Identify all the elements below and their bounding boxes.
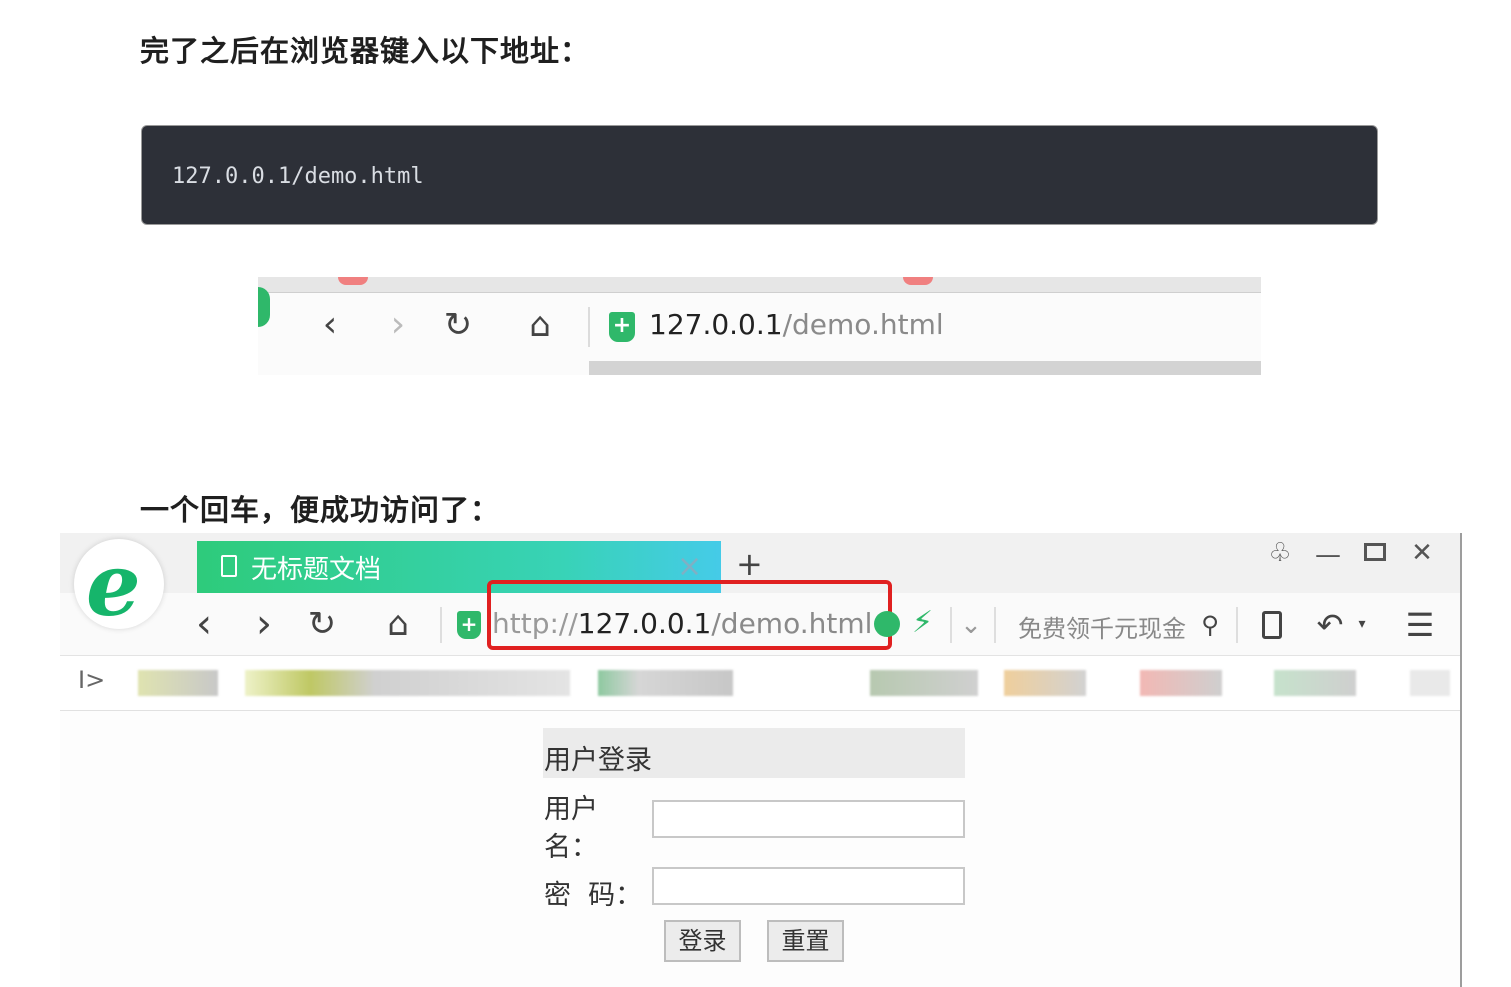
- code-block: 127.0.0.1/demo.html: [141, 125, 1378, 225]
- url-display[interactable]: 127.0.0.1/demo.html: [649, 308, 944, 341]
- browser-logo: e: [74, 535, 164, 636]
- username-input[interactable]: [652, 800, 965, 838]
- maximize-icon[interactable]: [1364, 543, 1386, 561]
- tab-indicator: [903, 277, 933, 285]
- shield-icon: +: [457, 611, 481, 639]
- lightning-icon[interactable]: ⚡: [912, 605, 933, 640]
- home-icon[interactable]: ⌂: [520, 305, 560, 345]
- back-icon[interactable]: ‹: [312, 305, 348, 345]
- reset-button[interactable]: 重置: [767, 920, 844, 962]
- password-label: 密 码：: [544, 880, 643, 911]
- chevron-down-icon[interactable]: ⌄: [956, 605, 986, 645]
- sidebar-toggle-icon[interactable]: I>: [78, 666, 105, 694]
- chevron-down-icon[interactable]: ▾: [1354, 609, 1370, 639]
- home-icon[interactable]: ⌂: [376, 602, 420, 646]
- bookmark-item[interactable]: [1274, 670, 1356, 696]
- tab-indicator: [338, 277, 368, 285]
- forward-icon[interactable]: ›: [380, 305, 416, 345]
- bookmark-item[interactable]: [138, 670, 218, 696]
- form-title: 用户登录: [544, 745, 652, 776]
- close-icon[interactable]: ✕: [1404, 535, 1440, 571]
- divider: [588, 307, 590, 347]
- bookmark-item[interactable]: [245, 670, 570, 696]
- bookmarks-bar: I>: [60, 656, 1460, 711]
- article-heading-2: 一个回车，便成功访问了：: [140, 493, 501, 527]
- tab-strip: [258, 277, 1261, 293]
- bookmark-item[interactable]: [1410, 670, 1450, 696]
- back-icon[interactable]: ‹: [184, 602, 224, 646]
- divider: [950, 607, 952, 643]
- divider: [1236, 607, 1238, 643]
- address-bar-underline: [589, 361, 1261, 375]
- address-bar-screenshot: ‹ › ↻ ⌂ + 127.0.0.1/demo.html: [258, 277, 1261, 375]
- tab-close-icon[interactable]: ×: [677, 549, 702, 584]
- bookmark-item[interactable]: [1004, 670, 1086, 696]
- search-icon[interactable]: ⚲: [1194, 605, 1226, 645]
- bookmark-item[interactable]: [870, 670, 978, 696]
- forward-icon[interactable]: ›: [244, 602, 284, 646]
- username-label-line2: 名：: [544, 832, 598, 863]
- browser-logo-glyph: e: [86, 535, 141, 636]
- skin-icon[interactable]: ♧: [1262, 535, 1298, 571]
- extension-icon[interactable]: [874, 611, 900, 637]
- divider: [994, 607, 996, 643]
- undo-icon[interactable]: ↶: [1312, 603, 1348, 647]
- divider: [440, 607, 442, 643]
- code-text: 127.0.0.1/demo.html: [172, 164, 424, 189]
- search-input[interactable]: 免费领千元现金: [1018, 609, 1190, 643]
- bookmark-item[interactable]: [1140, 670, 1222, 696]
- browser-screenshot: 无标题文档 × + ♧ — ✕ e ‹ › ↻ ⌂ + http://127.0…: [60, 533, 1462, 987]
- url-highlight-box: [487, 580, 892, 650]
- document-icon: [221, 555, 237, 577]
- url-host: 127.0.0.1: [649, 308, 783, 341]
- menu-icon[interactable]: ☰: [1400, 603, 1440, 647]
- url-path: /demo.html: [782, 308, 944, 341]
- bookmark-item[interactable]: [598, 670, 733, 696]
- login-button[interactable]: 登录: [664, 920, 741, 962]
- refresh-icon[interactable]: ↻: [438, 305, 478, 345]
- password-input[interactable]: [652, 867, 965, 905]
- username-label-line1: 用户: [544, 794, 598, 825]
- minimize-icon[interactable]: —: [1310, 537, 1346, 573]
- tab-title: 无标题文档: [251, 555, 382, 585]
- browser-logo-edge: [258, 287, 270, 327]
- shield-icon: +: [609, 312, 635, 342]
- mobile-icon[interactable]: [1262, 611, 1282, 639]
- refresh-icon[interactable]: ↻: [300, 602, 344, 646]
- new-tab-button[interactable]: +: [736, 545, 763, 583]
- article-heading-1: 完了之后在浏览器键入以下地址：: [140, 34, 591, 68]
